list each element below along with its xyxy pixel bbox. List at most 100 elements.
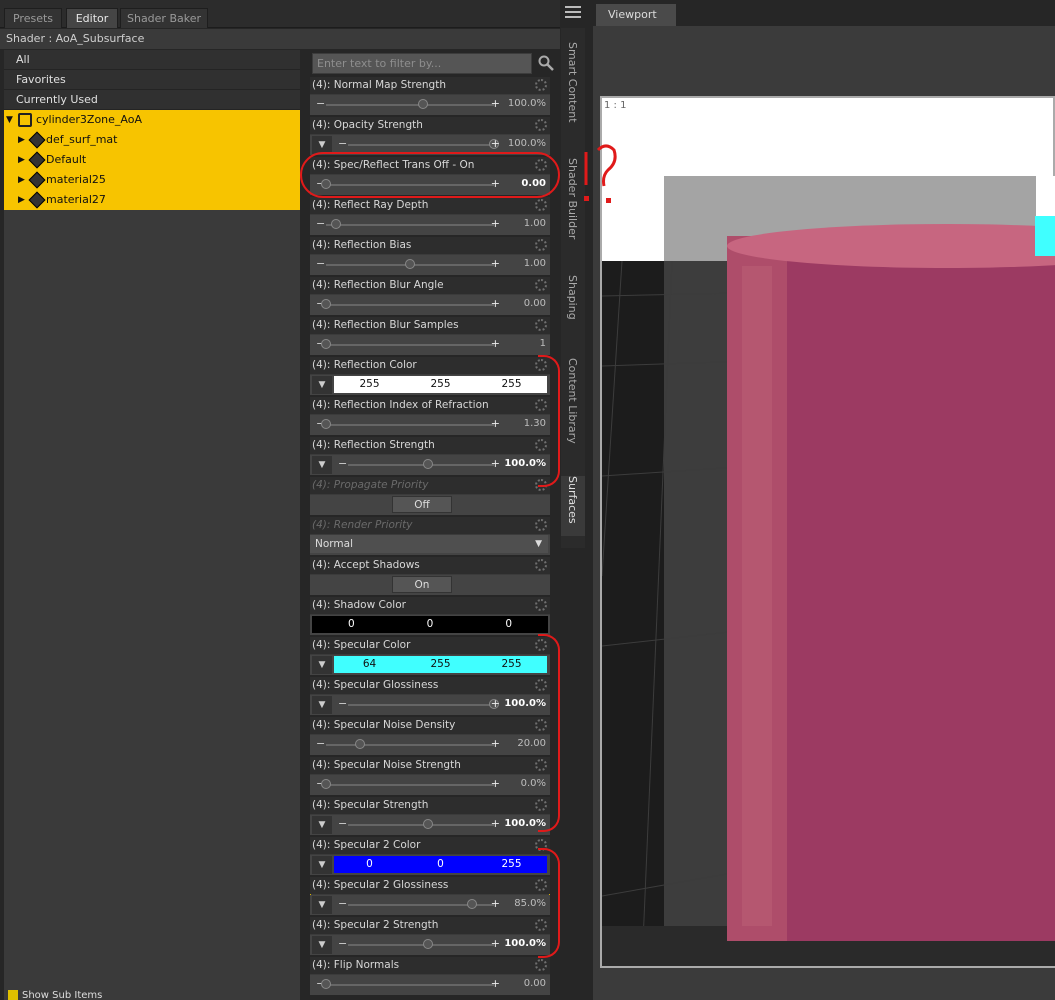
tree-node-material27[interactable]: ▶ material27 xyxy=(4,190,300,210)
tree-root-node[interactable]: ▼ cylinder3Zone_AoA xyxy=(4,110,300,130)
color-swatch[interactable]: 000 xyxy=(312,616,548,633)
dropdown-arrow-icon[interactable]: ▼ xyxy=(312,856,332,874)
decrement-button[interactable]: − xyxy=(316,257,325,270)
slider-track[interactable] xyxy=(326,99,494,109)
property-value[interactable]: 100.0% xyxy=(508,98,546,109)
dropdown-arrow-icon[interactable]: ▼ xyxy=(312,376,332,394)
gear-icon[interactable] xyxy=(535,239,547,251)
property-value[interactable]: 1 xyxy=(540,338,546,349)
slider-knob[interactable] xyxy=(354,739,365,749)
decrement-button[interactable]: − xyxy=(316,217,325,230)
increment-button[interactable]: + xyxy=(491,817,500,830)
color-channel-value[interactable]: 255 xyxy=(476,376,547,393)
slider-track[interactable] xyxy=(321,299,494,309)
slider-knob[interactable] xyxy=(321,779,331,789)
increment-button[interactable]: + xyxy=(491,217,500,230)
slider-track[interactable] xyxy=(348,699,499,709)
slider-track[interactable] xyxy=(326,739,494,749)
side-tab-surfaces[interactable]: Surfaces xyxy=(561,476,585,536)
property-row[interactable]: (4): Specular 2 Strength ▼ − +100.0% xyxy=(310,917,550,955)
color-channel-value[interactable]: 0 xyxy=(334,856,405,873)
color-channel-value[interactable]: 0 xyxy=(469,616,548,633)
color-channel-value[interactable]: 255 xyxy=(476,656,547,673)
dropdown-arrow-icon[interactable]: ▼ xyxy=(312,656,332,674)
nav-favorites[interactable]: Favorites xyxy=(4,70,300,90)
property-row[interactable]: (4): Reflection Blur Angle−+0.00 xyxy=(310,277,550,315)
expand-right-icon[interactable]: ▶ xyxy=(18,170,25,190)
decrement-button[interactable]: − xyxy=(338,697,347,710)
property-row[interactable]: (4): Reflection Strength ▼ − +100.0% xyxy=(310,437,550,475)
side-tab-shaping[interactable]: Shaping xyxy=(561,275,585,335)
property-row[interactable]: (4): Render Priority Normal ▼ xyxy=(310,517,550,555)
expand-right-icon[interactable]: ▶ xyxy=(18,190,25,210)
increment-button[interactable]: + xyxy=(491,937,500,950)
gear-icon[interactable] xyxy=(535,119,547,131)
slider-track[interactable] xyxy=(321,339,494,349)
color-swatch[interactable]: 0 0 255 xyxy=(334,856,547,873)
tab-shader-baker[interactable]: Shader Baker xyxy=(120,8,208,28)
property-row[interactable]: (4): Reflect Ray Depth − +1.00 xyxy=(310,197,550,235)
slider-track[interactable] xyxy=(348,939,494,949)
slider-track[interactable] xyxy=(326,219,494,229)
filter-input[interactable]: Enter text to filter by... xyxy=(312,53,532,74)
dropdown-arrow-icon[interactable]: ▼ xyxy=(312,896,332,914)
slider-knob[interactable] xyxy=(321,419,331,429)
viewport-tab[interactable]: Viewport xyxy=(596,4,676,26)
property-row[interactable]: (4): Reflection Blur Samples−+1 xyxy=(310,317,550,355)
expand-down-icon[interactable]: ▼ xyxy=(6,110,13,130)
slider-knob[interactable] xyxy=(423,819,434,829)
decrement-button[interactable]: − xyxy=(338,817,347,830)
tab-editor[interactable]: Editor xyxy=(66,8,118,28)
slider-track[interactable] xyxy=(321,419,494,429)
property-row[interactable]: (4): Specular 2 Color ▼ 0 0 255 xyxy=(310,837,550,875)
increment-button[interactable]: + xyxy=(491,777,500,790)
property-row[interactable]: (4): Opacity Strength ▼ − +100.0% xyxy=(310,117,550,155)
slider-track[interactable] xyxy=(326,259,494,269)
tree-node-material25[interactable]: ▶ material25 xyxy=(4,170,300,190)
gear-icon[interactable] xyxy=(535,599,547,611)
gear-icon[interactable] xyxy=(535,199,547,211)
increment-button[interactable]: + xyxy=(491,697,500,710)
increment-button[interactable]: + xyxy=(491,417,500,430)
slider-track[interactable] xyxy=(321,779,494,789)
property-row[interactable]: (4): Flip Normals−+0.00 xyxy=(310,957,550,995)
tab-presets[interactable]: Presets xyxy=(4,8,62,28)
property-row[interactable]: (4): Specular Noise Density − +20.00 xyxy=(310,717,550,755)
property-row[interactable]: (4): Reflection Bias − +1.00 xyxy=(310,237,550,275)
property-row[interactable]: (4): Specular Color ▼ 64 255 255 xyxy=(310,637,550,675)
color-channel-value[interactable]: 255 xyxy=(476,856,547,873)
slider-knob[interactable] xyxy=(331,219,342,229)
decrement-button[interactable]: − xyxy=(338,457,347,470)
tree-node-def-surf-mat[interactable]: ▶ def_surf_mat xyxy=(4,130,300,150)
viewport-scene[interactable] xyxy=(602,176,1055,966)
color-channel-value[interactable]: 0 xyxy=(391,616,470,633)
search-icon[interactable] xyxy=(538,55,554,71)
slider-knob[interactable] xyxy=(467,899,478,909)
property-row[interactable]: (4): Reflection Index of Refraction−+1.3… xyxy=(310,397,550,435)
increment-button[interactable]: + xyxy=(491,137,500,150)
toggle-button[interactable]: Off xyxy=(392,496,452,513)
dropdown-arrow-icon[interactable]: ▼ xyxy=(312,936,332,954)
slider-track[interactable] xyxy=(321,979,494,989)
property-value[interactable]: 0.00 xyxy=(524,298,546,309)
decrement-button[interactable]: − xyxy=(316,97,325,110)
slider-track[interactable] xyxy=(348,459,494,469)
gear-icon[interactable] xyxy=(535,279,547,291)
dropdown-arrow-icon[interactable]: ▼ xyxy=(312,696,332,714)
slider-track[interactable] xyxy=(348,139,499,149)
tree-node-default[interactable]: ▶ Default xyxy=(4,150,300,170)
property-row[interactable]: (4): Specular 2 Glossiness ▼ − +85.0% xyxy=(310,877,550,915)
property-row[interactable]: (4): Shadow Color 0 0 0 xyxy=(310,597,550,635)
panel-menu-icon[interactable] xyxy=(565,6,581,20)
increment-button[interactable]: + xyxy=(491,337,500,350)
increment-button[interactable]: + xyxy=(491,737,500,750)
increment-button[interactable]: + xyxy=(491,257,500,270)
gear-icon[interactable] xyxy=(535,319,547,331)
nav-currently-used[interactable]: Currently Used xyxy=(4,90,300,110)
slider-knob[interactable] xyxy=(418,99,429,109)
dropdown-arrow-icon[interactable]: ▼ xyxy=(312,456,332,474)
slider-knob[interactable] xyxy=(423,939,434,949)
property-row[interactable]: (4): Specular Noise Strength−+0.0% xyxy=(310,757,550,795)
decrement-button[interactable]: − xyxy=(316,737,325,750)
property-row[interactable]: (4): Propagate Priority Off xyxy=(310,477,550,515)
